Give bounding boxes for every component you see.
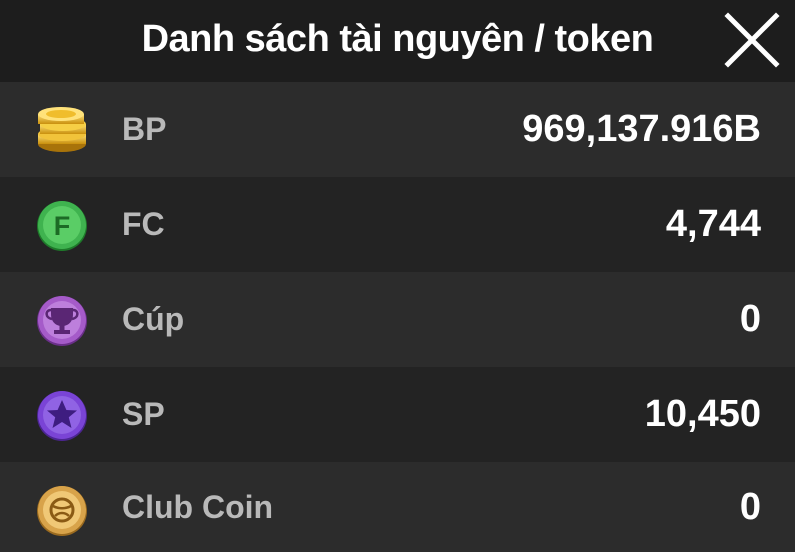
resource-row-fc: F FC 4,744 [0,177,795,272]
trophy-icon [37,296,87,346]
gold-coins-icon [38,107,86,152]
resource-value: 0 [739,298,761,340]
resource-row-sp: SP 10,450 [0,367,795,462]
resource-row-cup: Cúp 0 [0,272,795,367]
club-coin-icon [37,486,87,536]
resource-value: 10,450 [644,393,761,435]
resource-label: FC [122,206,165,242]
resource-label: Cúp [122,301,185,337]
fc-coin-icon: F [37,201,87,251]
resource-label: BP [122,111,167,147]
resource-value: 0 [739,486,761,528]
resource-row-club-coin: Club Coin 0 [0,462,795,552]
panel-title: Danh sách tài nguyên / token [141,18,654,60]
svg-text:F: F [54,211,71,241]
close-icon[interactable] [722,10,782,70]
resource-value: 4,744 [665,203,761,245]
resource-row-bp: BP 969,137.916B [0,82,795,177]
star-coin-icon [37,391,87,441]
panel-header: Danh sách tài nguyên / token [0,0,795,82]
resource-label: SP [122,396,165,432]
resource-value: 969,137.916B [522,108,761,150]
resource-label: Club Coin [122,489,274,525]
resource-list-panel: Danh sách tài nguyên / token BP 969,137.… [0,0,795,552]
